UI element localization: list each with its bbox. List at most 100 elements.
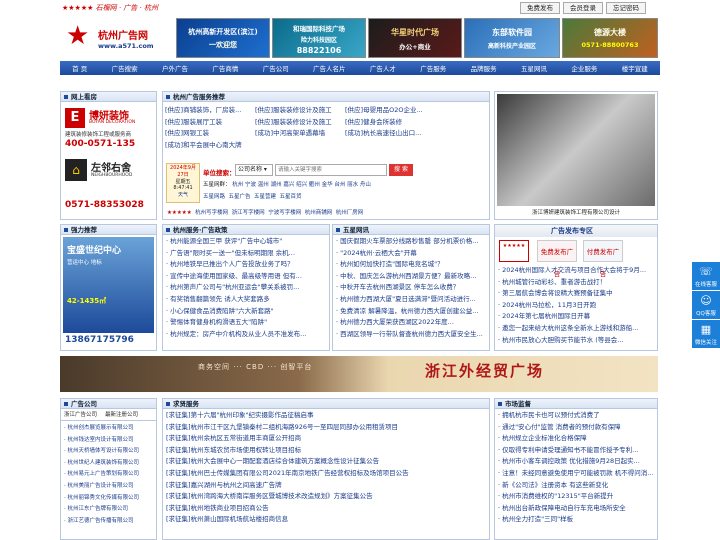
news-link[interactable]: "2024杭州·云栖大会"开幕 [340,249,417,257]
news-link[interactable]: 杭州如何加快打造"国际电竞名城"？ [340,260,443,268]
tab-zhejiang-companies[interactable]: 浙江广告公司 [64,409,97,420]
news-link[interactable]: 杭州德力西湖大厦"夏日选满滞"暨问活动进行... [340,295,476,303]
search-button[interactable]: 搜 索 [389,164,413,176]
company-link[interactable]: 杭州易元上广告策划有限公司 [68,471,140,477]
nav-enterprise[interactable]: 企业服务 [571,63,597,73]
nav-talent[interactable]: 广告人才 [370,63,396,73]
forgot-password-button[interactable]: 忘记密码 [606,2,646,14]
recruit-link[interactable]: [求征集]杭州巴士传媒集团有限公司2021年南京地铁广告经营权招标及场馆项目公告 [166,469,409,477]
news-link[interactable]: 中秋、国庆怎么游杭州西湖景方便？最新攻略... [340,272,476,280]
member-login-button[interactable]: 会员登录 [563,2,603,14]
search-type-select[interactable]: 公司名称 ▾ [235,164,273,176]
search-input[interactable] [275,164,387,176]
publish-link[interactable]: 邀您一起来给大杭州这条全新水上游线和游船... [502,324,638,332]
image-caption[interactable]: 浙江博妍建筑装饰工程有限公司设计 [495,208,657,216]
service-link[interactable]: [供应]母婴用品O2O企业... [345,106,423,114]
nav-news[interactable]: 五星网讯 [521,63,547,73]
ad-top-5[interactable]: 德源大楼 0571-88800763 [562,18,658,58]
service-link[interactable]: [成功]和平会展中心南大牌 [165,141,242,149]
service-link[interactable]: [成功]杭长高速径山出口... [345,129,421,137]
news-link[interactable]: 中秋开车去杭州西湖景区 停车怎么收费？ [340,283,459,291]
publish-link[interactable]: 第三届航会博会将设精大赛预备征集中 [502,289,613,297]
recruit-link[interactable]: [求征集]杭州地铁商业项目招商公告 [166,504,269,512]
company-link[interactable]: 杭州世纪人建筑装饰有限公司 [68,460,140,466]
paid-ad-button[interactable]: 付费发布广告 [583,240,623,278]
news-link[interactable]: 国庆假期火车票部分线路秒售罄 部分机票价格... [340,237,478,245]
publish-link[interactable]: 2024杭州国际人才交流与项目合作大会将于9月... [502,266,646,274]
service-link[interactable]: [供应]服装装修设计及施工 [255,106,332,114]
online-service-button[interactable]: ☏ 在线客服 [692,262,720,290]
company-link[interactable]: 杭州天桥墙体写设计有限公司 [68,448,140,454]
recruit-link[interactable]: [求征集]嘉兴湖州与杭州之间高速广告牌 [166,481,282,489]
publish-link[interactable]: 杭州市民放心大胆购买节能节水 (等县会... [502,336,623,344]
ad-top-2[interactable]: 和瑞国际科技广场 险力科技园区 88822106 [272,18,366,58]
recruit-link[interactable]: [求征集]杭州余杭区五常街道用丰商厦公开招商 [166,434,301,442]
service-link[interactable]: [成功]中河高架单遇幕墙 [255,129,325,137]
policy-link[interactable]: 杭州第声广公司与"杭州亚运会"攀关系被罚... [170,283,299,291]
nav-services[interactable]: 广告服务 [420,63,446,73]
service-link[interactable]: [供应]服装装修设计及施工 [255,118,332,126]
service-link[interactable]: [供应]商铺装饰，厂房装... [165,106,241,114]
publish-link[interactable]: 2024杭州马拉松，11月3日开跑 [502,301,596,309]
policy-link[interactable]: 杭州规定：房产中介机构及从业人员不准发布... [170,330,306,338]
company-link[interactable]: 杭州创杰展览展示有限公司 [68,425,134,431]
publish-link[interactable]: 2024年第七届杭州国际日开幕 [502,312,590,320]
nav-outdoor[interactable]: 户外广告 [162,63,188,73]
market-link[interactable]: 拥机杭市民卡也可以预付式消费了 [502,411,600,419]
service-link[interactable]: [供应]服装展厅工装 [165,118,222,126]
company-link[interactable]: 杭州美丽广告设计有限公司 [68,483,134,489]
qq-service-button[interactable]: ☺ QQ客服 [692,291,720,319]
policy-link[interactable]: 广告语"限时买一送一"但未标明期限 余机... [170,249,295,257]
company-link[interactable]: 杭州江东广告牌有限公司 [68,506,129,512]
company-link[interactable]: 杭州丽锦秀文化传媒有限公司 [68,495,140,501]
ad-top-1[interactable]: 杭州高新开发区(滨江) 一欢迎您 [176,18,270,58]
policy-link[interactable]: 有奖销售翻篇领先 诱人大奖套路多 [170,295,270,303]
nav-business[interactable]: 广告商情 [212,63,238,73]
company-link[interactable]: 浙江艺德广告传播有限公司 [68,518,134,524]
policy-link[interactable]: 警惕体育健身机构滑语五大"陷阱" [170,318,267,326]
market-link[interactable]: 杭州规立企业标准化合格保障 [502,434,587,442]
publish-link[interactable]: 杭州城管行动彩衫、重者游击战打！ [502,278,606,286]
policy-link[interactable]: 小心保健食品消费陷阱"六大新套路" [170,307,273,315]
company-link[interactable]: 杭州钱达室内设计有限公司 [68,437,134,443]
nav-search[interactable]: 广告搜索 [112,63,138,73]
nav-building[interactable]: 楼宇宣建 [622,63,648,73]
recruit-link[interactable]: [求征集]杭州大会展中心一期配套酒店综合体建筑方案概念性设计征集公告 [166,457,379,465]
recruit-link[interactable]: [求征集]杭州湾跨海大桥南岸服务区暨城博技术改造规划》方案征集公告 [166,492,373,500]
market-link[interactable]: 杭州市小客车调控政策 优化措施9月28日起实... [502,457,640,465]
policy-link[interactable]: 杭州能源全国三甲 获评"广告中心城市" [170,237,282,245]
market-link[interactable]: 注意！未经同意避免使用宁可能被罚款 机不得问消... [502,469,653,477]
banner-ad[interactable]: 商务空间 ··· CBD ··· 创智平台 浙江外经贸广场 [60,356,658,392]
market-link[interactable]: 杭州全力打造"三同"样板 [502,515,573,523]
tab-new-companies[interactable]: 最新注册公司 [105,409,138,420]
nav-cards[interactable]: 广告人名片 [313,63,346,73]
showroom-image[interactable] [497,94,655,206]
recruit-link[interactable]: [求征集]杭州萧山国际机场航站楼招商信息 [166,515,288,523]
nav-brand[interactable]: 品牌服务 [471,63,497,73]
market-link[interactable]: 仅取得专利申请受理通知书不能冒作授予专利... [502,446,638,454]
nav-home[interactable]: 首 页 [72,63,87,73]
site-logo[interactable]: ★ 杭州广告网 www.a571.com [62,17,162,59]
news-link[interactable]: 杭州德力西大厦荣获西湖区2022年度... [340,318,454,326]
service-link[interactable]: [供应]健身会所装修 [345,118,402,126]
market-link[interactable]: 杭州市消费维权的"12315"平台新提升 [502,492,613,500]
service-link[interactable]: [供应]网银工装 [165,129,209,137]
free-ad-button[interactable]: 免费发布广告 [537,240,577,278]
news-link[interactable]: 西湖区领导一行带队督查杭州德力西大厦安全生... [340,330,483,338]
policy-link[interactable]: 杭州地铁早已推出个人广告投放业务了吗？ [170,260,294,268]
building-ad-image[interactable]: 宝盛世纪中心 营运中心 地标 42-1435㎡ [63,237,154,333]
nav-companies[interactable]: 广告公司 [263,63,289,73]
recruit-link[interactable]: [求征集]第十六届"杭州印象"纪实摄影作品征稿启事 [166,411,314,419]
free-publish-button[interactable]: 免费发布 [520,2,560,14]
recruit-link[interactable]: [求征集]杭州东城农贸市场使用权转让项目招标 [166,446,301,454]
brand2-name[interactable]: 左邻右舍 [91,159,131,174]
market-link[interactable]: 杭州出台新政保障电动自行车充电场所安全 [502,504,626,512]
market-link[interactable]: 通过"安心付"监管 消费者的预付款有保障 [502,423,621,431]
ad-top-4[interactable]: 东部软件园 高新科技产业园区 [464,18,560,58]
ad-top-3[interactable]: 华星时代广场 办公+商业 [368,18,462,58]
policy-link[interactable]: 宣传中途海使用国家级、最高级等用语 但有... [170,272,302,280]
wechat-follow-button[interactable]: ▦ 微信关注 [692,320,720,348]
market-link[interactable]: 新《公司法》注册资本 有这些新变化 [502,481,608,489]
news-link[interactable]: 免费清凉 解暑降温，杭州德力西大厦创建公益... [340,307,478,315]
recruit-link[interactable]: [求征集]杭州市江干区九堡镇秦村二组机海路926号一至四层同部办公用租赁项目 [166,423,398,431]
